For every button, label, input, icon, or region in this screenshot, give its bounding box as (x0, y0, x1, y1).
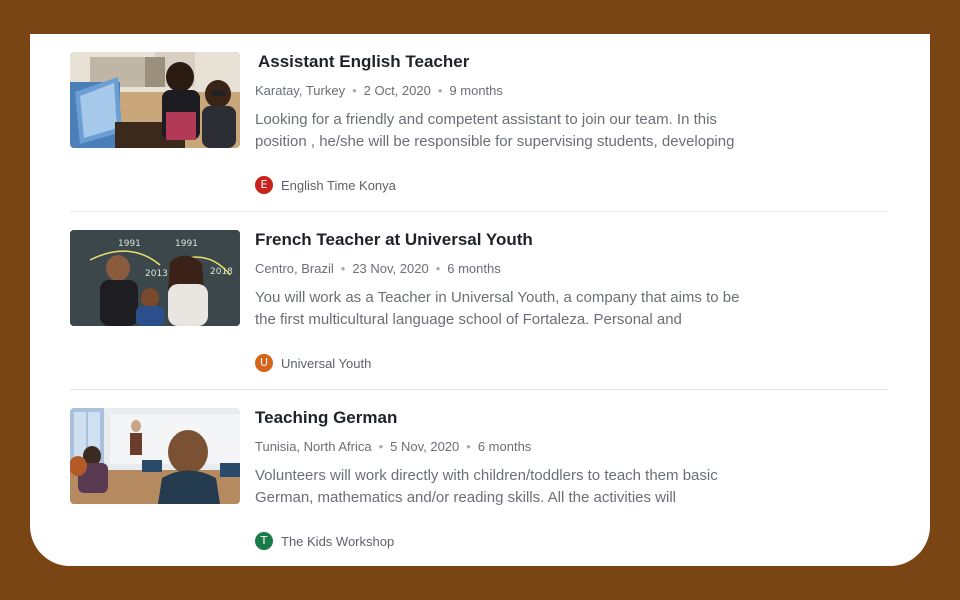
meta-separator: • (437, 83, 443, 98)
chalk-text: 1991 (118, 239, 141, 249)
chalk-text: 2018 (210, 267, 233, 277)
job-title[interactable]: Assistant English Teacher (258, 48, 745, 76)
job-listing[interactable]: 1991 1991 2013 2018 French Teacher at Un (70, 212, 888, 390)
job-thumbnail[interactable] (70, 408, 240, 504)
meta-separator: • (340, 261, 346, 276)
org-avatar: U (255, 354, 273, 372)
job-content: Teaching German Tunisia, North Africa • 5 … (255, 404, 745, 509)
job-location: Centro, Brazil (255, 261, 334, 276)
job-description: Looking for a friendly and competent ass… (255, 111, 735, 150)
org-avatar: T (255, 532, 273, 550)
job-thumbnail[interactable] (70, 52, 240, 148)
job-meta: Centro, Brazil • 23 Nov, 2020 • 6 months (255, 260, 745, 278)
job-location: Tunisia, North Africa (255, 439, 372, 454)
organization-link[interactable]: U Universal Youth (255, 354, 371, 372)
chalkboard-teachers-photo: 1991 1991 2013 2018 (70, 230, 240, 326)
job-date: 2 Oct, 2020 (363, 83, 431, 98)
job-title[interactable]: Teaching German (255, 404, 745, 432)
organization-link[interactable]: E English Time Konya (255, 176, 396, 194)
job-meta: Tunisia, North Africa • 5 Nov, 2020 • 6 mont… (255, 438, 745, 456)
job-description: Volunteers will work directly with child… (255, 467, 718, 506)
org-name: The Kids Workshop (281, 533, 395, 549)
meta-separator: • (352, 83, 357, 98)
job-list-card: Assistant English Teacher Karatay, Turke… (30, 34, 930, 566)
organization-link[interactable]: T The Kids Workshop (255, 532, 394, 550)
chalk-text: 2013 (145, 269, 168, 279)
job-duration: 9 months (449, 83, 503, 98)
job-listing[interactable]: Assistant English Teacher Karatay, Turke… (70, 34, 888, 212)
job-title[interactable]: French Teacher at Universal Youth (255, 226, 745, 254)
job-duration: 6 months (447, 261, 501, 276)
job-content: French Teacher at Universal Youth Centro… (255, 226, 745, 331)
job-list: Assistant English Teacher Karatay, Turke… (70, 34, 888, 566)
job-content: Assistant English Teacher Karatay, Turke… (255, 48, 745, 153)
classroom-computers-photo (70, 52, 240, 148)
job-location: Karatay, Turkey (255, 83, 346, 98)
org-name: Universal Youth (281, 355, 372, 371)
job-thumbnail[interactable]: 1991 1991 2013 2018 (70, 230, 240, 326)
job-description: You will work as a Teacher in Universal … (255, 289, 740, 328)
job-date: 23 Nov, 2020 (352, 261, 429, 276)
chalk-text: 1991 (175, 239, 198, 249)
meta-separator: • (435, 261, 441, 276)
meta-separator: • (466, 439, 471, 454)
job-meta: Karatay, Turkey • 2 Oct, 2020 • 9 months (255, 82, 745, 100)
job-date: 5 Nov, 2020 (390, 439, 460, 454)
org-avatar: E (255, 176, 273, 194)
classroom-students-photo (70, 408, 240, 504)
meta-separator: • (378, 439, 384, 454)
org-name: English Time Konya (281, 177, 396, 193)
job-listing[interactable]: Teaching German Tunisia, North Africa • 5 … (70, 390, 888, 566)
job-duration: 6 months (477, 439, 532, 454)
